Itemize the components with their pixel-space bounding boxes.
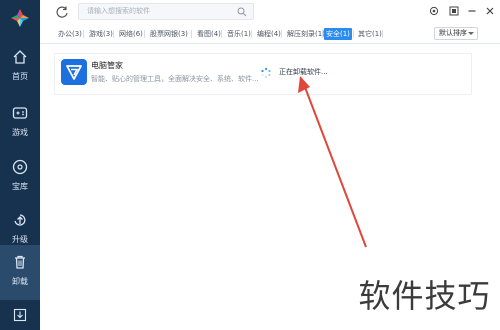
watermark-text: 软件技巧 xyxy=(358,277,491,315)
watermark: 软件技巧 xyxy=(349,258,500,330)
